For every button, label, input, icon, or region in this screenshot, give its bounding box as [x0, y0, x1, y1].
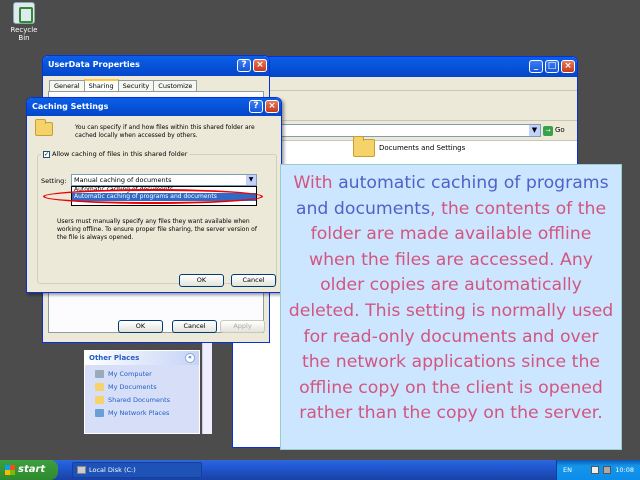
recycle-bin-label: Recycle Bin	[10, 26, 38, 42]
ok-button[interactable]: OK	[118, 320, 163, 333]
properties-titlebar[interactable]: UserData Properties ? ×	[43, 56, 269, 76]
place-label: Shared Documents	[108, 396, 171, 404]
address-field[interactable]: ▼	[237, 124, 541, 137]
start-label: start	[18, 464, 46, 475]
caching-titlebar[interactable]: Caching Settings ? ×	[27, 98, 281, 116]
cancel-button[interactable]: Cancel	[172, 320, 217, 333]
windows-logo-icon	[5, 465, 15, 475]
cancel-button[interactable]: Cancel	[231, 274, 276, 287]
help-button[interactable]: ?	[249, 100, 263, 113]
go-arrow-icon: →	[543, 126, 553, 136]
place-my-network-places[interactable]: My Network Places	[95, 407, 199, 420]
place-shared-documents[interactable]: Shared Documents	[95, 394, 199, 407]
minimize-button[interactable]: _	[529, 60, 543, 73]
drive-icon	[77, 466, 86, 474]
other-places-header[interactable]: Other Places «	[85, 351, 199, 365]
setting-explanation: Users must manually specify any files th…	[57, 218, 257, 241]
other-places-title: Other Places	[89, 354, 140, 362]
folder-label: Documents and Settings	[379, 144, 466, 152]
folder-documents-and-settings[interactable]: Documents and Settings	[353, 136, 553, 163]
place-label: My Computer	[108, 370, 152, 378]
close-button[interactable]: ×	[561, 60, 575, 73]
go-label: Go	[555, 126, 565, 134]
chevron-down-icon[interactable]: ▼	[246, 175, 256, 185]
properties-title: UserData Properties	[48, 60, 140, 69]
place-label: My Documents	[108, 383, 157, 391]
highlight-oval	[43, 189, 263, 204]
computer-icon	[95, 370, 104, 378]
toolbar	[233, 91, 577, 121]
other-places-panel: Other Places « My Computer My Documents S…	[84, 350, 200, 434]
setting-value: Manual caching of documents	[74, 176, 172, 184]
network-tray-icon[interactable]	[591, 466, 599, 474]
maximize-button[interactable]: □	[545, 60, 559, 73]
address-bar: ▼ → Go	[233, 121, 577, 141]
clock[interactable]: 10:08	[615, 460, 634, 480]
task-label: Local Disk (C:)	[89, 466, 136, 474]
checkbox-checked-icon: ✓	[43, 150, 50, 158]
place-my-documents[interactable]: My Documents	[95, 381, 199, 394]
tab-strip: General Sharing Security Customize	[49, 79, 198, 92]
caching-title: Caching Settings	[32, 102, 109, 111]
chevron-down-icon[interactable]: ▼	[529, 125, 540, 136]
place-my-computer[interactable]: My Computer	[95, 368, 199, 381]
recycle-bin-icon	[13, 2, 35, 24]
apply-button[interactable]: Apply	[220, 320, 265, 333]
setting-dropdown[interactable]: Manual caching of documents ▼	[71, 174, 257, 186]
folder-icon	[353, 136, 375, 157]
allow-caching-checkbox[interactable]: ✓ Allow caching of files in this shared f…	[41, 150, 190, 158]
recycle-bin-shortcut[interactable]: Recycle Bin	[4, 2, 44, 42]
folder-cache-icon	[35, 119, 55, 138]
start-button[interactable]: start	[0, 460, 58, 480]
taskbar-item-local-disk[interactable]: Local Disk (C:)	[72, 462, 202, 478]
go-button[interactable]: → Go	[543, 124, 575, 137]
shared-folder-icon	[95, 396, 104, 404]
place-label: My Network Places	[108, 409, 170, 417]
folder-icon	[95, 383, 104, 391]
callout-text-start: With	[293, 173, 339, 193]
caching-description: You can specify if and how files within …	[75, 124, 255, 139]
annotation-callout: With automatic caching of programs and d…	[280, 164, 622, 450]
caching-settings-dialog: Caching Settings ? × You can specify if …	[26, 97, 282, 293]
network-icon	[95, 409, 104, 417]
ok-button[interactable]: OK	[179, 274, 224, 287]
allow-caching-label: Allow caching of files in this shared fo…	[52, 150, 188, 158]
help-button[interactable]: ?	[237, 59, 251, 72]
callout-text-rest: , the contents of the folder are made av…	[288, 198, 614, 424]
system-tray: EN 10:08	[556, 460, 640, 480]
close-button[interactable]: ×	[265, 100, 279, 113]
setting-label: Setting:	[41, 177, 67, 185]
volume-tray-icon[interactable]	[603, 466, 611, 474]
scrollbar[interactable]	[202, 338, 212, 434]
explorer-titlebar[interactable]: _ □ ×	[233, 57, 577, 77]
collapse-icon[interactable]: «	[185, 353, 195, 363]
language-indicator[interactable]: EN	[563, 460, 572, 480]
menu-bar	[233, 77, 577, 91]
close-button[interactable]: ×	[253, 59, 267, 72]
